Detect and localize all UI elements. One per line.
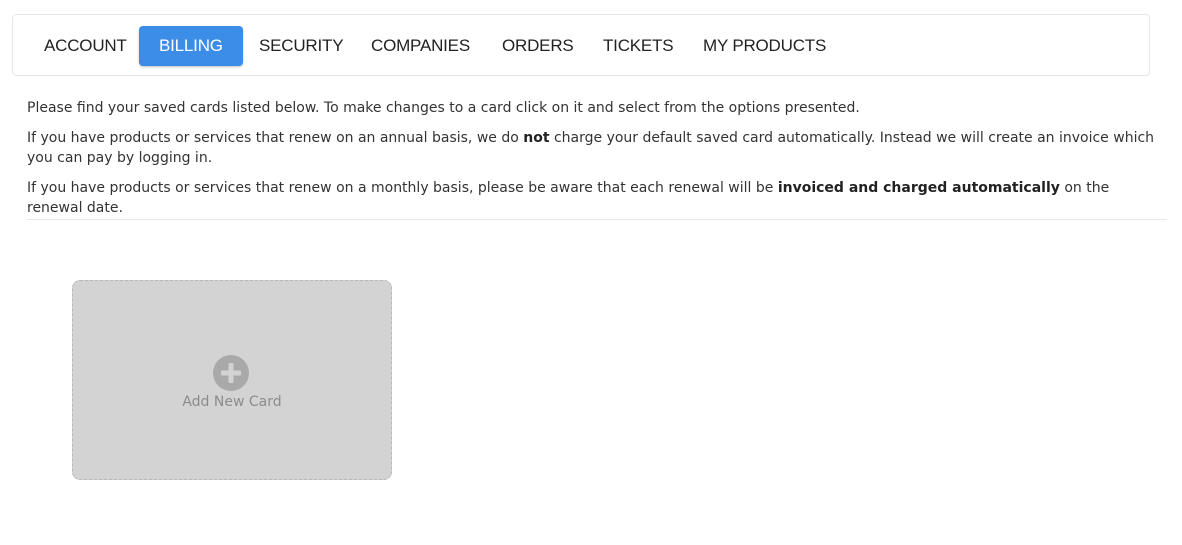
not-emphasis: not (523, 130, 550, 146)
invoiced-charged-emphasis: invoiced and charged automatically (777, 180, 1060, 196)
monthly-renewal-info-text: If you have products or services that re… (27, 180, 1110, 216)
tab-my-products[interactable]: MY PRODUCTS (683, 26, 846, 66)
tab-companies[interactable]: COMPANIES (351, 26, 490, 66)
tab-security[interactable]: SECURITY (239, 26, 363, 66)
annual-renewal-info-text: If you have products or services that re… (27, 130, 1155, 166)
tab-account[interactable]: ACCOUNT (24, 26, 147, 66)
tab-tickets[interactable]: TICKETS (583, 26, 693, 66)
tab-orders[interactable]: ORDERS (482, 26, 594, 66)
account-tab-bar: ACCOUNT BILLING SECURITY COMPANIES ORDER… (12, 14, 1150, 76)
billing-info: Please find your saved cards listed belo… (27, 98, 1167, 228)
add-new-card-button[interactable]: Add New Card (72, 280, 392, 480)
saved-cards-info-text: Please find your saved cards listed belo… (27, 100, 860, 116)
plus-circle-icon (213, 355, 249, 391)
add-new-card-label: Add New Card (182, 394, 282, 410)
tab-billing[interactable]: BILLING (139, 26, 243, 66)
section-divider (27, 219, 1167, 220)
